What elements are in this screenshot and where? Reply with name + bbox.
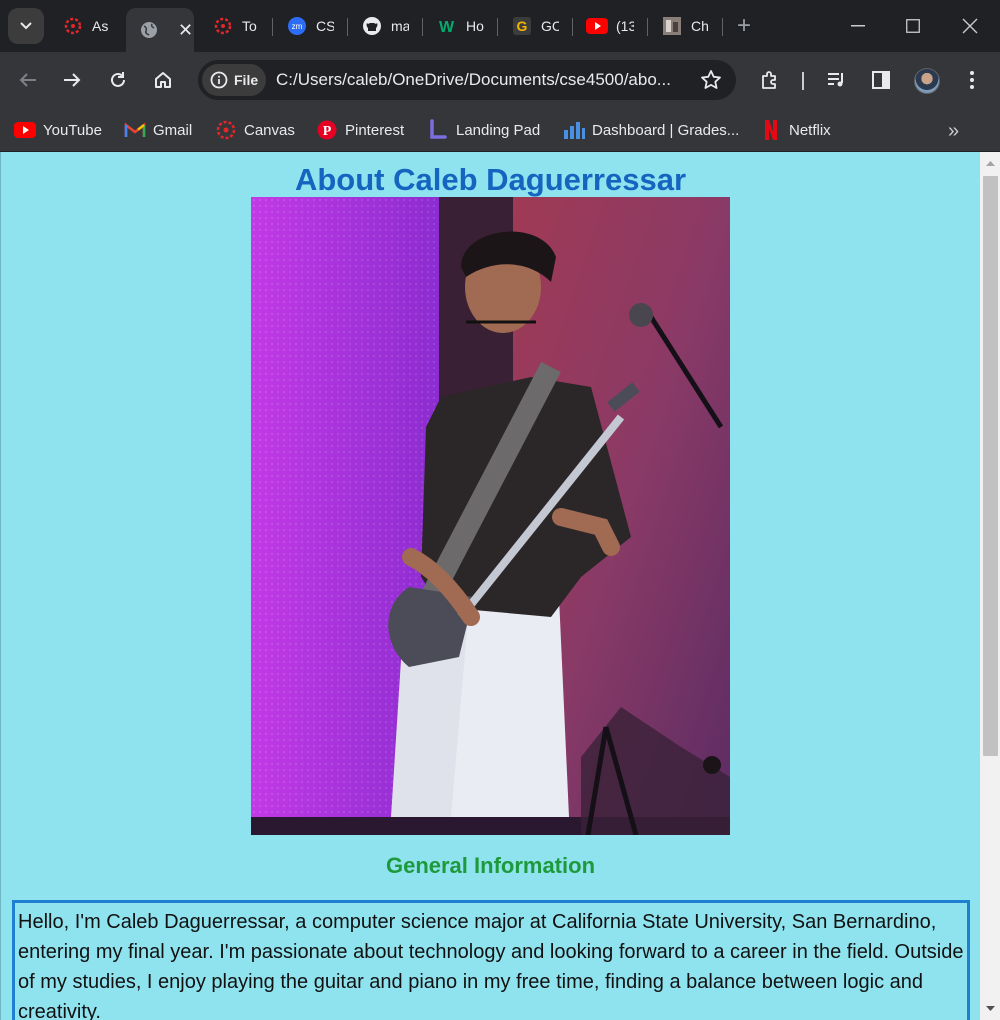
tab-2-active[interactable]: ✕ <box>126 8 194 52</box>
browser-toolbar: File C:/Users/caleb/OneDrive/Documents/c… <box>0 52 1000 108</box>
back-button[interactable] <box>10 62 46 98</box>
tab-7[interactable]: G GC <box>499 8 571 44</box>
close-window-button[interactable] <box>950 10 990 42</box>
menu-button[interactable] <box>954 62 990 98</box>
canvas-icon <box>62 15 84 37</box>
canvas-icon <box>215 119 237 141</box>
page-viewport: About Caleb Daguerressar General Informa… <box>0 152 1000 1020</box>
back-arrow-icon <box>19 73 36 87</box>
svg-text:G: G <box>517 18 528 34</box>
gmail-icon <box>124 119 146 141</box>
home-icon <box>155 72 171 88</box>
google-icon: G <box>511 15 533 37</box>
tab-3[interactable]: To <box>200 8 270 44</box>
canvas-icon <box>212 15 234 37</box>
new-tab-button[interactable]: + <box>732 12 756 40</box>
scrollbar-thumb[interactable] <box>983 176 998 756</box>
profile-photo <box>251 197 730 835</box>
forward-arrow-icon <box>64 73 81 87</box>
forward-button[interactable] <box>54 62 90 98</box>
tab-5[interactable]: ma <box>349 8 421 44</box>
svg-text:P: P <box>323 124 332 139</box>
vertical-scrollbar[interactable] <box>980 152 1000 1020</box>
general-information-box: Hello, I'm Caleb Daguerressar, a compute… <box>12 900 970 1020</box>
close-icon <box>962 18 978 34</box>
reload-button[interactable] <box>100 62 136 98</box>
scroll-up-arrow-icon[interactable] <box>980 154 1000 172</box>
bookmarks-bar: YouTube Gmail Canvas P Pinterest Landing… <box>0 108 1000 152</box>
w3schools-icon: W <box>436 15 458 37</box>
github-icon <box>361 15 383 37</box>
side-panel-button[interactable] <box>863 62 899 98</box>
minimize-icon <box>851 25 865 27</box>
more-vertical-icon <box>970 71 974 89</box>
url-text[interactable]: C:/Users/caleb/OneDrive/Documents/cse450… <box>276 60 686 100</box>
globe-icon <box>138 19 160 41</box>
pinterest-icon: P <box>316 119 338 141</box>
extensions-button[interactable] <box>752 62 788 98</box>
bookmark-landing-pad[interactable]: Landing Pad <box>427 116 540 144</box>
page-title: About Caleb Daguerressar <box>294 162 687 197</box>
youtube-icon <box>14 119 36 141</box>
home-button[interactable] <box>145 62 181 98</box>
side-panel-icon <box>872 71 890 89</box>
media-controls-button[interactable] <box>818 62 854 98</box>
landing-pad-icon <box>427 119 449 141</box>
svg-text:W: W <box>439 19 455 36</box>
bookmark-pinterest[interactable]: P Pinterest <box>316 116 404 144</box>
bookmark-netflix[interactable]: Netflix <box>760 116 831 144</box>
photo-icon <box>661 15 683 37</box>
profile-avatar[interactable] <box>914 68 940 94</box>
puzzle-icon <box>762 71 776 89</box>
minimize-button[interactable] <box>838 10 878 42</box>
music-queue-icon <box>828 73 843 87</box>
bookmark-dashboard-grades[interactable]: Dashboard | Grades... <box>563 116 739 144</box>
dashboard-icon <box>563 119 585 141</box>
svg-text:zm: zm <box>292 22 303 31</box>
tab-8[interactable]: (13 <box>574 8 646 44</box>
info-icon <box>210 71 228 89</box>
tab-strip: As ✕ To zm CS ma W Ho G GC (13 Ch + <box>0 0 1000 52</box>
more-bookmarks-chevron-icon[interactable]: » <box>948 121 959 141</box>
youtube-icon <box>586 15 608 37</box>
scroll-down-arrow-icon[interactable] <box>980 1000 1000 1018</box>
tab-1[interactable]: As <box>50 8 124 44</box>
bookmark-gmail[interactable]: Gmail <box>124 116 192 144</box>
bookmark-star-icon[interactable] <box>700 69 722 91</box>
bookmark-canvas[interactable]: Canvas <box>215 116 295 144</box>
bookmark-youtube[interactable]: YouTube <box>14 116 102 144</box>
reload-icon <box>111 72 125 87</box>
general-information-text: Hello, I'm Caleb Daguerressar, a compute… <box>18 911 964 1020</box>
netflix-icon <box>760 119 782 141</box>
tab-6[interactable]: W Ho <box>424 8 496 44</box>
site-info-label: File <box>234 72 259 88</box>
maximize-button[interactable] <box>893 10 933 42</box>
maximize-icon <box>906 19 920 33</box>
chevron-down-icon <box>20 22 32 30</box>
close-tab-icon[interactable]: ✕ <box>178 21 193 39</box>
address-bar[interactable]: File C:/Users/caleb/OneDrive/Documents/c… <box>198 60 736 100</box>
zoom-icon: zm <box>286 15 308 37</box>
section-heading-general-information: General Information <box>385 853 596 878</box>
site-info-chip[interactable]: File <box>202 64 266 96</box>
tab-search-button[interactable] <box>8 8 44 44</box>
tab-4[interactable]: zm CS <box>274 8 346 44</box>
tab-9[interactable]: Ch <box>649 8 721 44</box>
